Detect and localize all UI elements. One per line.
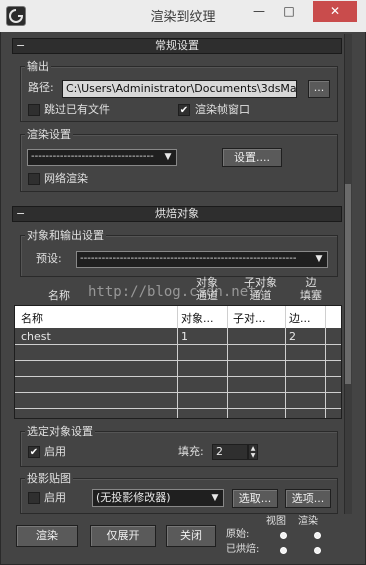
- output-group-label: 输出: [25, 60, 51, 73]
- row-divider: [15, 408, 341, 409]
- browse-path-button[interactable]: ...: [308, 80, 330, 98]
- edge-padding-column-group-label: 边 填塞: [300, 276, 322, 302]
- net-render-checkbox[interactable]: [28, 173, 40, 185]
- setup-button[interactable]: 设置....: [222, 148, 282, 167]
- minimize-button[interactable]: —: [245, 1, 273, 22]
- row-name-cell: chest: [21, 330, 51, 343]
- column-divider: [325, 306, 326, 418]
- column-header-sub-object-channel[interactable]: 子对...: [233, 310, 266, 326]
- column-header-name[interactable]: 名称: [21, 310, 43, 326]
- skip-existing-checkbox[interactable]: [28, 104, 40, 116]
- column-divider: [227, 306, 228, 418]
- scrollbar-thumb[interactable]: [345, 184, 351, 384]
- padding-spinner[interactable]: 2: [212, 444, 248, 460]
- general-settings-rollout-header[interactable]: − 常规设置: [12, 38, 342, 54]
- row-divider: [15, 376, 341, 377]
- name-column-group-label: 名称: [48, 289, 70, 302]
- row-divider: [15, 360, 341, 361]
- column-header-object-channel[interactable]: 对象...: [181, 310, 214, 326]
- unwrap-only-button[interactable]: 仅展开: [90, 525, 156, 547]
- window-title: 渲染到纹理: [150, 10, 216, 25]
- baked-render-radio[interactable]: [314, 547, 321, 554]
- row-object-channel-cell: 1: [181, 330, 188, 343]
- row-divider: [15, 392, 341, 393]
- original-render-radio[interactable]: [314, 532, 321, 539]
- table-row[interactable]: chest 1 2: [15, 329, 341, 344]
- close-button[interactable]: 关闭: [166, 525, 216, 547]
- skip-existing-label: 跳过已有文件: [44, 103, 110, 116]
- original-view-radio[interactable]: [280, 532, 287, 539]
- column-divider: [177, 306, 178, 418]
- projection-mapping-label: 投影贴图: [25, 472, 73, 485]
- object-output-settings-label: 对象和输出设置: [25, 229, 106, 242]
- projection-enable-checkbox[interactable]: [28, 492, 40, 504]
- row-edge-padding-cell: 2: [289, 330, 296, 343]
- bake-preset-value: ----------------------------------------…: [80, 253, 297, 264]
- render-preset-dropdown[interactable]: ---------------------------------- ▼: [27, 149, 177, 166]
- selected-enable-checkbox[interactable]: ✔: [28, 446, 40, 458]
- baked-label: 已烘焙:: [226, 544, 260, 555]
- collapse-icon: −: [16, 207, 26, 220]
- projection-modifier-value: (无投影修改器): [96, 491, 171, 504]
- chevron-down-icon: ▼: [211, 493, 219, 503]
- render-frame-window-checkbox[interactable]: ✔: [178, 104, 190, 116]
- title-bar: 渲染到纹理 — □ ✕: [0, 0, 366, 32]
- rollout-title: 常规设置: [155, 39, 199, 52]
- projection-enable-label: 启用: [44, 491, 66, 504]
- selected-object-settings-label: 选定对象设置: [25, 425, 95, 438]
- view-column-label: 视图: [266, 516, 286, 527]
- net-render-label: 网络渲染: [44, 172, 88, 185]
- bake-preset-dropdown[interactable]: ----------------------------------------…: [76, 251, 328, 268]
- render-frame-window-label: 渲染帧窗口: [195, 103, 250, 116]
- render-column-label: 渲染: [298, 516, 318, 527]
- path-label: 路径:: [28, 81, 54, 94]
- close-window-button[interactable]: ✕: [313, 1, 357, 22]
- row-divider: [15, 344, 341, 345]
- table-header: 名称 对象... 子对... 边...: [15, 306, 341, 328]
- output-path-field[interactable]: C:\Users\Administrator\Documents\3dsMax\…: [62, 80, 297, 98]
- render-preset-value: ----------------------------------: [31, 151, 154, 162]
- bake-objects-rollout-header[interactable]: − 烘焙对象: [12, 206, 342, 222]
- bake-preset-label: 预设:: [36, 252, 62, 265]
- baked-view-radio[interactable]: [280, 547, 287, 554]
- column-header-edge-padding[interactable]: 边...: [289, 310, 311, 326]
- selected-enable-label: 启用: [44, 445, 66, 458]
- chevron-down-icon: ▼: [164, 152, 172, 162]
- padding-label: 填充:: [178, 445, 204, 458]
- render-settings-group-label: 渲染设置: [25, 128, 73, 141]
- chevron-down-icon: ▼: [315, 254, 323, 264]
- render-button[interactable]: 渲染: [16, 525, 78, 547]
- spinner-arrows-icon[interactable]: ▲ ▼: [248, 444, 258, 460]
- pick-button[interactable]: 选取...: [232, 489, 278, 508]
- projection-modifier-dropdown[interactable]: (无投影修改器) ▼: [92, 489, 224, 507]
- options-button[interactable]: 选项...: [285, 489, 331, 508]
- rollout-title: 烘焙对象: [155, 207, 199, 220]
- bake-objects-table[interactable]: 名称 对象... 子对... 边... chest 1 2: [14, 305, 342, 419]
- collapse-icon: −: [16, 39, 26, 52]
- column-divider: [285, 306, 286, 418]
- watermark-text: http://blog.csdn.net/: [88, 284, 266, 300]
- maximize-button[interactable]: □: [275, 1, 303, 22]
- original-label: 原始:: [226, 529, 250, 540]
